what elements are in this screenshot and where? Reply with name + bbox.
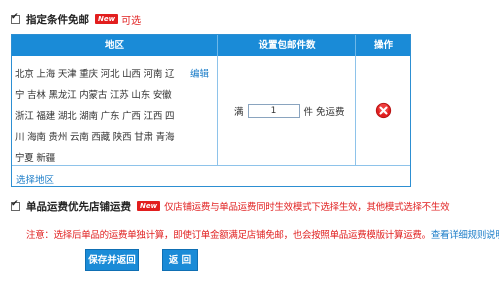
header-operation: 操作 [355,35,411,56]
region-list: 北京 上海 天津 重庆 河北 山西 河南 辽宁 吉林 黑龙江 内蒙古 江苏 山东… [15,69,175,164]
note-body: 注意：选择后单品的运费单独计算，即使订单金额满足店铺免邮，也会按照单品运费模版计… [26,230,431,241]
free-shipping-option: 指定条件免邮 New 可选 [11,12,142,27]
new-badge: New [137,201,161,211]
single-priority-label: 单品运费优先店铺运费 [26,200,131,213]
count-row: 满 1 件 免运费 [234,103,345,119]
count-input[interactable]: 1 [247,104,300,118]
count-suffix: 件 免运费 [303,107,345,118]
single-priority-checkbox[interactable] [11,199,20,211]
operation-cell [355,56,410,166]
header-region: 地区 [104,40,124,51]
count-cell: 满 1 件 免运费 [217,56,355,166]
count-prefix: 满 [234,107,244,118]
free-shipping-label: 指定条件免邮 [26,13,89,26]
free-shipping-table: 地区 设置包邮件数 操作 北京 上海 天津 重庆 河北 山西 河南 辽宁 吉林 … [11,34,411,187]
back-button[interactable]: 返 回 [162,249,198,271]
single-priority-option: 单品运费优先店铺运费 New 仅店铺运费与单品运费同时生效模式下选择生效，其他模… [11,199,450,213]
rules-link[interactable]: 查看详细规则说明 [431,230,499,241]
free-shipping-checkbox[interactable] [11,12,20,24]
table-row: 北京 上海 天津 重庆 河北 山西 河南 辽宁 吉林 黑龙江 内蒙古 江苏 山东… [12,56,410,166]
save-and-return-button[interactable]: 保存并返回 [85,249,139,271]
region-cell: 北京 上海 天津 重庆 河北 山西 河南 辽宁 吉林 黑龙江 内蒙古 江苏 山东… [12,56,217,166]
delete-icon[interactable] [375,102,392,119]
new-badge: New [95,14,119,24]
table-header: 地区 设置包邮件数 操作 [12,35,410,56]
select-region-link[interactable]: 选择地区 [16,172,54,186]
single-priority-warning: 仅店铺运费与单品运费同时生效模式下选择生效，其他模式选择不生效 [164,202,450,213]
header-count: 设置包邮件数 [217,35,356,56]
edit-region-link[interactable]: 编辑 [190,64,209,85]
note-text: 注意：选择后单品的运费单独计算，即使订单金额满足店铺免邮，也会按照单品运费模版计… [26,227,499,241]
optional-tag: 可选 [121,15,142,27]
